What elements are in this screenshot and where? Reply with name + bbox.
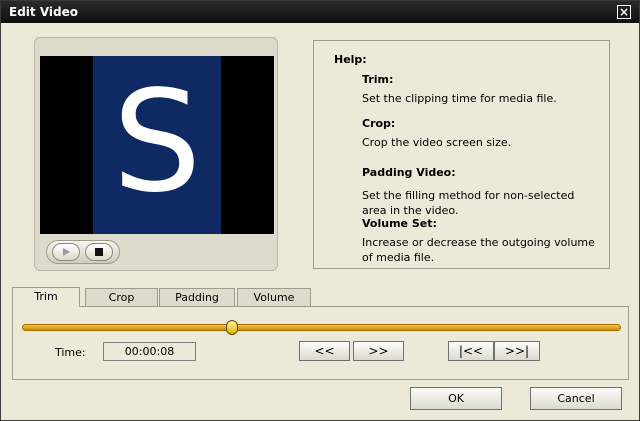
time-label: Time: xyxy=(55,346,86,359)
video-preview-panel: S xyxy=(34,37,278,271)
step-back-button[interactable]: << xyxy=(299,341,350,361)
tab-label: Crop xyxy=(108,291,135,304)
cancel-button[interactable]: Cancel xyxy=(530,387,622,410)
trim-slider-track[interactable] xyxy=(22,324,621,331)
edit-video-dialog: Edit Video × S Help: Trim: Set the clipp… xyxy=(0,0,640,421)
close-icon: × xyxy=(618,5,630,19)
help-section-padding: Padding Video: Set the filling method fo… xyxy=(362,166,602,218)
trim-panel: Time: 00:00:08 << >> |<< >>| xyxy=(12,306,629,380)
tab-volume[interactable]: Volume xyxy=(237,288,311,306)
help-heading: Padding Video: xyxy=(362,166,456,179)
video-screen: S xyxy=(40,56,274,234)
tab-crop[interactable]: Crop xyxy=(85,288,158,306)
stop-button[interactable] xyxy=(85,243,113,261)
tab-label: Volume xyxy=(253,291,295,304)
help-body: Set the clipping time for media file. xyxy=(362,92,557,105)
help-box: Help: Trim: Set the clipping time for me… xyxy=(313,40,610,269)
video-letter: S xyxy=(112,61,202,224)
help-section-crop: Crop: Crop the video screen size. xyxy=(362,117,602,150)
title-bar[interactable]: Edit Video × xyxy=(1,1,639,23)
help-heading: Trim: xyxy=(362,73,394,86)
close-button[interactable]: × xyxy=(617,5,631,19)
help-heading: Volume Set: xyxy=(362,217,437,230)
stop-icon xyxy=(95,248,103,256)
help-body: Set the filling method for non-selected … xyxy=(362,189,575,217)
tab-label: Trim xyxy=(34,290,58,303)
ok-button[interactable]: OK xyxy=(410,387,502,410)
window-title: Edit Video xyxy=(9,5,78,19)
video-frame: S xyxy=(93,56,221,234)
help-body: Crop the video screen size. xyxy=(362,136,512,149)
go-start-button[interactable]: |<< xyxy=(448,341,494,361)
tab-label: Padding xyxy=(175,291,219,304)
help-section-trim: Trim: Set the clipping time for media fi… xyxy=(362,73,602,106)
help-section-volume: Volume Set: Increase or decrease the out… xyxy=(362,217,602,265)
tab-trim[interactable]: Trim xyxy=(12,287,80,307)
trim-slider-thumb[interactable] xyxy=(225,320,238,335)
help-heading: Crop: xyxy=(362,117,396,130)
help-body: Increase or decrease the outgoing volume… xyxy=(362,236,595,264)
playback-controls xyxy=(46,240,120,264)
help-title: Help: xyxy=(334,53,367,66)
play-icon xyxy=(63,248,70,256)
play-button[interactable] xyxy=(52,243,80,261)
go-end-button[interactable]: >>| xyxy=(494,341,540,361)
tab-padding[interactable]: Padding xyxy=(159,288,235,306)
time-field[interactable]: 00:00:08 xyxy=(103,342,196,361)
step-forward-button[interactable]: >> xyxy=(353,341,404,361)
